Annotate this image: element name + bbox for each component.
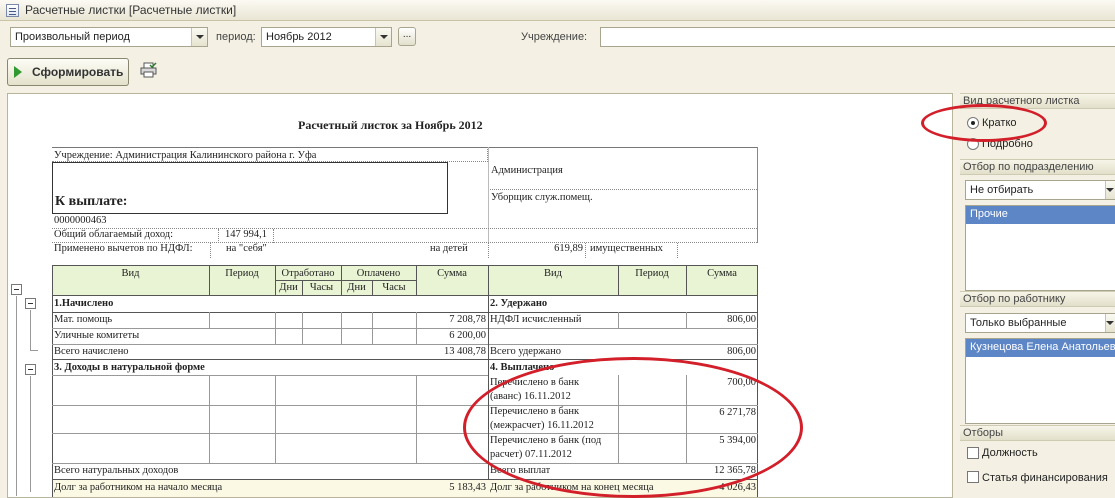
header-period-2: Период bbox=[635, 268, 669, 279]
header-worked-hours: Часы bbox=[309, 282, 334, 293]
accrued-row-name: Мат. помощь bbox=[54, 314, 113, 325]
payment-row-sum: 6 271,78 bbox=[719, 407, 756, 418]
debt-end-value: 4 026,43 bbox=[719, 482, 756, 493]
deduction-children-label: на детей bbox=[430, 243, 468, 254]
institution-line: Учреждение: Администрация Калининского р… bbox=[52, 147, 488, 162]
list-item[interactable]: Прочие bbox=[966, 206, 1115, 224]
to-pay-label: К выплате: bbox=[55, 194, 128, 209]
debt-start-value: 5 183,43 bbox=[449, 482, 486, 493]
window-title: Расчетные листки [Расчетные листки] bbox=[25, 3, 237, 17]
accrued-row-sum: 7 208,78 bbox=[449, 314, 486, 325]
withheld-section-title: 2. Удержано bbox=[490, 298, 548, 309]
payment-row-line2: (межрасчет) 16.11.2012 bbox=[490, 420, 594, 431]
accrued-total-label: Всего начислено bbox=[54, 346, 129, 357]
personnel-number: 0000000463 bbox=[52, 215, 757, 229]
payment-row-line1: Перечислено в банк bbox=[490, 377, 580, 388]
natural-section-title: 3. Доходы в натуральной форме bbox=[54, 362, 205, 373]
checkbox-position[interactable] bbox=[967, 447, 979, 459]
emp-filter-header: Отбор по работнику bbox=[960, 291, 1115, 307]
sheet-type-header: Вид расчетного листка bbox=[960, 93, 1115, 109]
period-value: Ноябрь 2012 bbox=[266, 31, 332, 43]
report-spreadsheet[interactable]: Расчетный листок за Ноябрь 2012 Учрежден… bbox=[7, 93, 953, 498]
checkbox-finance[interactable] bbox=[967, 471, 979, 483]
withheld-row-name: НДФЛ исчисленный bbox=[490, 314, 582, 325]
accrued-row-name: Уличные комитеты bbox=[54, 330, 140, 341]
accrued-row-sum: 6 200,00 bbox=[449, 330, 486, 341]
payments-section-title: 4. Выплачено bbox=[490, 362, 555, 373]
header-paid-hours: Часы bbox=[382, 282, 406, 293]
period-label: период: bbox=[216, 31, 256, 43]
generate-button-label: Сформировать bbox=[32, 65, 124, 79]
withheld-total-value: 806,00 bbox=[727, 346, 756, 357]
payment-row-line2: расчет) 07.11.2012 bbox=[490, 449, 572, 460]
radio-short[interactable] bbox=[967, 117, 979, 129]
period-type-value: Произвольный период bbox=[15, 31, 130, 43]
collapse-group-toggle[interactable] bbox=[25, 364, 36, 375]
collapse-group-toggle[interactable] bbox=[25, 298, 36, 309]
payment-row-sum: 700,00 bbox=[727, 377, 756, 388]
dept-filter-select[interactable]: Не отбирать bbox=[965, 180, 1115, 200]
withheld-row-sum: 806,00 bbox=[727, 314, 756, 325]
payment-row-line2: (аванс) 16.11.2012 bbox=[490, 391, 571, 402]
collapse-group-toggle[interactable] bbox=[11, 284, 22, 295]
settings-panel: Вид расчетного листка Кратко Подробно От… bbox=[960, 93, 1115, 498]
header-period: Период bbox=[225, 268, 259, 279]
withheld-total-label: Всего удержано bbox=[490, 346, 561, 357]
radio-detail-label: Подробно bbox=[982, 138, 1033, 150]
accrued-section-title: 1.Начислено bbox=[54, 298, 114, 309]
header-sum: Сумма bbox=[437, 268, 467, 279]
accrued-total-value: 13 408,78 bbox=[444, 346, 486, 357]
payment-row-sum: 5 394,00 bbox=[719, 435, 756, 446]
payments-total-label: Всего выплат bbox=[490, 465, 551, 476]
header-worked-days: Дни bbox=[279, 282, 298, 293]
deduction-children-value: 619,89 bbox=[488, 243, 586, 258]
report-list-icon bbox=[6, 3, 19, 17]
generate-button[interactable]: Сформировать bbox=[7, 58, 129, 86]
payment-row-line1: Перечислено в банк bbox=[490, 406, 580, 417]
taxable-income-value: 147 994,1 bbox=[218, 229, 274, 243]
to-pay-box: К выплате: bbox=[52, 162, 448, 214]
period-select[interactable]: Ноябрь 2012 bbox=[261, 27, 392, 47]
checkbox-finance-label: Статья финансирования bbox=[982, 472, 1108, 484]
header-sum-2: Сумма bbox=[707, 268, 737, 279]
report-title: Расчетный листок за Ноябрь 2012 bbox=[298, 118, 483, 132]
filters-header: Отборы bbox=[960, 425, 1115, 441]
header-paid: Оплачено bbox=[356, 268, 401, 279]
header-vid-2: Вид bbox=[544, 268, 562, 279]
chevron-down-icon[interactable] bbox=[375, 28, 391, 46]
emp-list[interactable]: Кузнецова Елена Анатольевна bbox=[965, 338, 1115, 424]
period-type-select[interactable]: Произвольный период bbox=[10, 27, 208, 47]
department-value: Администрация bbox=[488, 164, 757, 190]
payment-row-line1: Перечислено в банк (под bbox=[490, 435, 602, 446]
dept-filter-header: Отбор по подразделению bbox=[960, 159, 1115, 175]
radio-short-label: Кратко bbox=[982, 117, 1017, 129]
checkbox-position-label: Должность bbox=[982, 447, 1038, 459]
window-titlebar: Расчетные листки [Расчетные листки] bbox=[0, 0, 1115, 21]
header-vid: Вид bbox=[121, 268, 140, 279]
chevron-down-icon[interactable] bbox=[1105, 314, 1115, 332]
institution-label: Учреждение: bbox=[521, 31, 588, 43]
dept-filter-value: Не отбирать bbox=[970, 184, 1034, 196]
deduction-property: имущественных bbox=[586, 243, 678, 258]
emp-filter-value: Только выбранные bbox=[970, 317, 1067, 329]
header-paid-days: Дни bbox=[347, 282, 366, 293]
deduction-self: на "себя" bbox=[226, 243, 267, 254]
taxable-income-label: Общий облагаемый доход: bbox=[52, 229, 757, 243]
chevron-down-icon[interactable] bbox=[191, 28, 207, 46]
debt-end-label: Долг за работником на конец месяца bbox=[490, 482, 654, 493]
payments-total-value: 12 365,78 bbox=[714, 465, 756, 476]
chevron-down-icon[interactable] bbox=[1105, 181, 1115, 199]
debt-start-label: Долг за работником на начало месяца bbox=[54, 482, 223, 493]
period-choose-button[interactable]: ... bbox=[398, 27, 416, 46]
emp-filter-select[interactable]: Только выбранные bbox=[965, 313, 1115, 333]
position-value: Уборщик служ.помещ. bbox=[491, 192, 593, 203]
list-item[interactable]: Кузнецова Елена Анатольевна bbox=[966, 339, 1115, 357]
institution-input[interactable] bbox=[600, 27, 1115, 47]
header-worked: Отработано bbox=[281, 268, 335, 279]
play-icon bbox=[14, 66, 22, 78]
dept-list[interactable]: Прочие bbox=[965, 205, 1115, 291]
radio-detail[interactable] bbox=[967, 138, 979, 150]
natural-total-label: Всего натуральных доходов bbox=[54, 465, 179, 476]
print-settings-icon[interactable] bbox=[140, 62, 158, 78]
